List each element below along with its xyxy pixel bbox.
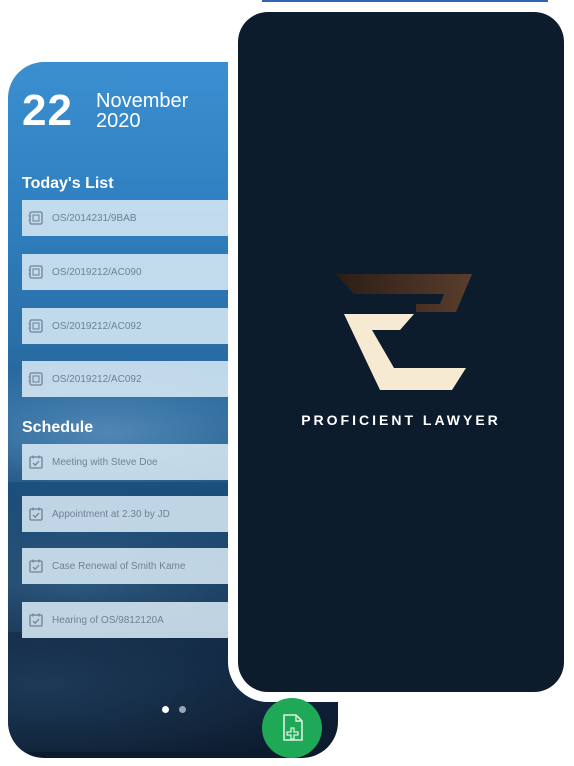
schedule-text: Hearing of OS/9812120A: [52, 614, 164, 626]
proficient-lawyer-logo: [336, 274, 472, 390]
calendar-check-icon: [29, 559, 43, 573]
page-dot-active[interactable]: [162, 706, 169, 713]
case-list-item[interactable]: OS/2019212/AC090: [22, 254, 234, 290]
case-list-item[interactable]: OS/2019212/AC092: [22, 361, 234, 397]
calendar-check-icon: [29, 455, 43, 469]
case-number: OS/2019212/AC092: [52, 373, 142, 385]
todays-list-title: Today's List: [22, 175, 114, 192]
schedule-text: Meeting with Steve Doe: [52, 456, 158, 468]
splash-screen: PROFICIENT LAWYER: [238, 12, 564, 692]
schedule-item[interactable]: Meeting with Steve Doe: [22, 444, 234, 480]
page-dot[interactable]: [179, 706, 186, 713]
case-list-item[interactable]: OS/2019212/AC092: [22, 308, 234, 344]
schedule-item[interactable]: Appointment at 2.30 by JD: [22, 496, 234, 532]
case-file-icon: [28, 319, 43, 333]
case-file-icon: [28, 265, 43, 279]
case-file-icon: [28, 372, 43, 386]
schedule-text: Case Renewal of Smith Kame: [52, 560, 186, 572]
case-number: OS/2019212/AC090: [52, 266, 142, 278]
case-number: OS/2019212/AC092: [52, 320, 142, 332]
calendar-check-icon: [29, 613, 43, 627]
date-year: 2020: [96, 110, 141, 132]
schedule-item[interactable]: Hearing of OS/9812120A: [22, 602, 234, 638]
date-day: 22: [22, 86, 73, 135]
schedule-item[interactable]: Case Renewal of Smith Kame: [22, 548, 234, 584]
add-document-button[interactable]: [262, 698, 322, 758]
brand-name: PROFICIENT LAWYER: [301, 412, 501, 428]
schedule-text: Appointment at 2.30 by JD: [52, 508, 170, 520]
case-file-icon: [28, 211, 43, 225]
date-month: November: [96, 90, 189, 112]
add-document-icon: [283, 714, 303, 741]
case-list-item[interactable]: OS/2014231/9BAB: [22, 200, 234, 236]
case-number: OS/2014231/9BAB: [52, 212, 137, 224]
page-indicator[interactable]: [162, 706, 186, 713]
calendar-check-icon: [29, 507, 43, 521]
schedule-title: Schedule: [22, 419, 94, 436]
